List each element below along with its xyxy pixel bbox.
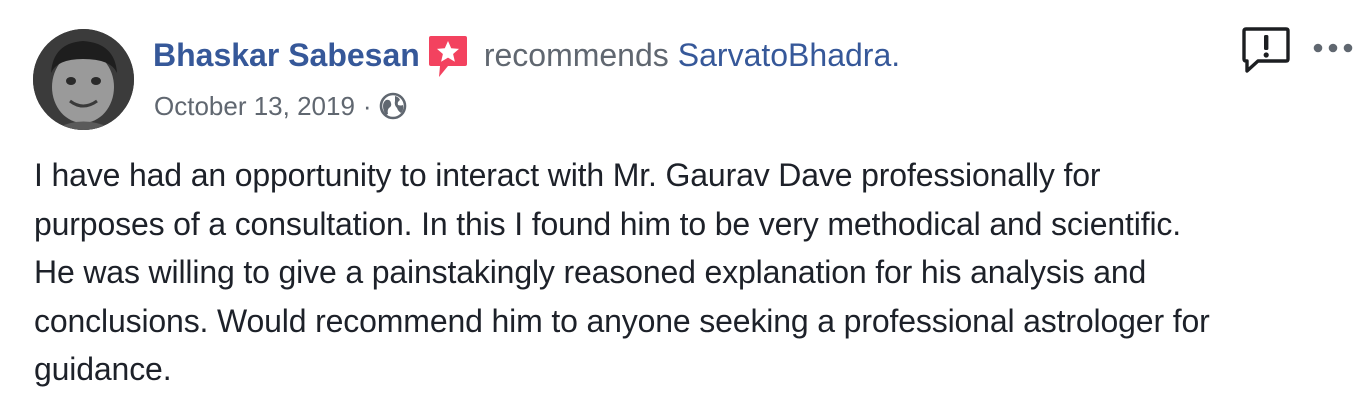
- post-body-line: conclusions. Would recommend him to anyo…: [34, 302, 1210, 339]
- post-meta: October 13, 2019 ·: [154, 86, 408, 126]
- post-body-line: He was willing to give a painstakingly r…: [34, 254, 1147, 290]
- meta-separator: ·: [362, 90, 372, 121]
- post-date[interactable]: October 13, 2019: [154, 91, 355, 122]
- post-body-line: purposes of a consultation. In this I fo…: [34, 205, 1182, 242]
- post-body: I have had an opportunity to interact wi…: [34, 151, 1354, 394]
- recommendation-post: Bhaskar Sabesan recommends SarvatoBhadra…: [0, 0, 1372, 406]
- recommendation-star-icon: [428, 35, 468, 79]
- globe-icon[interactable]: [378, 91, 408, 121]
- report-flag-icon[interactable]: [1240, 24, 1292, 76]
- more-options-icon[interactable]: [1310, 34, 1356, 62]
- avatar-photo: [33, 29, 134, 130]
- post-header: Bhaskar Sabesan recommends SarvatoBhadra…: [153, 30, 900, 80]
- author-avatar[interactable]: [33, 29, 134, 130]
- author-name-link[interactable]: Bhaskar Sabesan: [153, 37, 420, 74]
- post-body-line: I have had an opportunity to interact wi…: [34, 157, 1101, 193]
- action-text: recommends: [483, 36, 669, 73]
- page-name-link[interactable]: SarvatoBhadra: [678, 37, 891, 74]
- post-body-line: guidance.: [34, 351, 172, 387]
- header-period: .: [891, 36, 901, 73]
